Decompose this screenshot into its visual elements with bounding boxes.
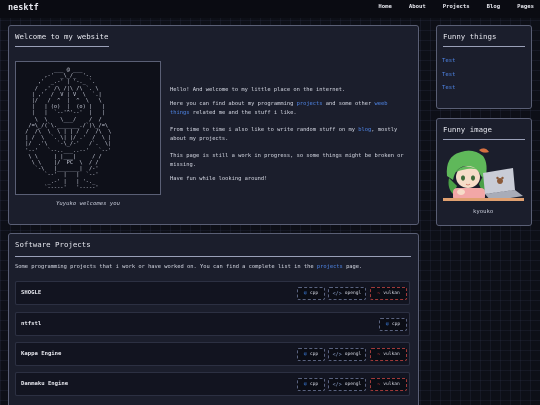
welcome-text-5: Have fun while looking around! bbox=[170, 176, 268, 182]
welcome-text-1: Hello! And welcome to my little place on… bbox=[170, 87, 346, 93]
nav-pages[interactable]: Pages bbox=[517, 4, 534, 10]
tag-label: vulkan bbox=[383, 352, 400, 357]
welcome-text-2b: and some other bbox=[325, 101, 372, 107]
nav-about[interactable]: About bbox=[409, 4, 426, 10]
tag-cpp[interactable]: © cpp bbox=[297, 348, 325, 361]
vulkan-icon: ~ bbox=[377, 351, 381, 358]
welcome-paragraph-4: This page is still a work in progress, s… bbox=[170, 152, 410, 170]
site-logo[interactable]: nesktf bbox=[8, 3, 39, 13]
funny-link-3[interactable]: Test bbox=[442, 85, 455, 91]
project-name[interactable]: Kappa Engine bbox=[21, 351, 61, 357]
tag-cpp[interactable]: © cpp bbox=[297, 287, 325, 300]
vulkan-icon: ~ bbox=[377, 381, 381, 388]
projects-intro-text: Some programming projects that i work or… bbox=[15, 264, 314, 270]
cpp-icon: © bbox=[385, 321, 389, 328]
projects-link[interactable]: projects bbox=[297, 101, 323, 107]
project-name[interactable]: SHOGLE bbox=[21, 290, 41, 296]
project-name[interactable]: Danmaku Engine bbox=[21, 381, 68, 387]
welcome-text-3a: From time to time i also like to write r… bbox=[170, 127, 355, 133]
cpp-icon: © bbox=[303, 351, 307, 358]
nav-links: Home About Projects Blog Pages bbox=[361, 4, 534, 10]
tag-opengl[interactable]: </> opengl bbox=[328, 378, 366, 391]
tag-vulkan[interactable]: ~ vulkan bbox=[370, 287, 407, 300]
funny-things-title: Funny things bbox=[443, 32, 497, 41]
tag-label: opengl bbox=[344, 291, 362, 296]
funny-image-title: Funny image bbox=[443, 125, 492, 134]
title-divider bbox=[15, 46, 109, 47]
welcome-paragraph-5: Have fun while looking around! bbox=[170, 175, 410, 184]
welcome-text-2a: Here you can find about my programming bbox=[170, 101, 294, 107]
welcome-text-2c: related me and the stuff i like. bbox=[192, 110, 297, 116]
project-row-kappa-engine[interactable]: Kappa Engine © cpp </> opengl ~ vulkan bbox=[15, 342, 410, 366]
funny-link-1[interactable]: Test bbox=[442, 58, 455, 64]
projects-title: Software Projects bbox=[15, 240, 91, 249]
tag-cpp[interactable]: © cpp bbox=[297, 378, 325, 391]
opengl-icon: </> bbox=[332, 381, 342, 388]
kyouko-illustration bbox=[443, 146, 524, 201]
kyouko-image bbox=[443, 146, 524, 201]
opengl-icon: </> bbox=[332, 290, 342, 297]
project-name[interactable]: ntfstl bbox=[21, 321, 41, 327]
tag-label: vulkan bbox=[383, 291, 400, 296]
welcome-paragraph-1: Hello! And welcome to my little place on… bbox=[170, 86, 410, 95]
tag-vulkan[interactable]: ~ vulkan bbox=[370, 348, 407, 361]
ascii-caption: Yuyuko welcomes you bbox=[56, 201, 120, 207]
ascii-art-frame: ___ @ ___ ,-' _\_/_ '-. ,' _.-' | '-._ `… bbox=[15, 61, 161, 195]
project-row-ntfstl[interactable]: ntfstl © cpp bbox=[15, 312, 410, 336]
welcome-paragraph-3: From time to time i also like to write r… bbox=[170, 126, 410, 144]
tag-label: opengl bbox=[344, 382, 362, 387]
tag-label: vulkan bbox=[383, 382, 400, 387]
funny-image-caption: kyouko bbox=[473, 209, 494, 215]
projects-intro-end: page. bbox=[346, 264, 363, 270]
funny-link-2[interactable]: Test bbox=[442, 72, 455, 78]
tag-label: cpp bbox=[309, 352, 319, 357]
cpp-icon: © bbox=[303, 381, 307, 388]
vulkan-icon: ~ bbox=[377, 290, 381, 297]
blog-link[interactable]: blog bbox=[358, 127, 371, 133]
funny-things-panel: Funny things bbox=[436, 25, 532, 109]
nav-blog[interactable]: Blog bbox=[487, 4, 500, 10]
tag-label: cpp bbox=[309, 291, 319, 296]
projects-intro: Some programming projects that i work or… bbox=[15, 263, 415, 272]
title-divider bbox=[443, 46, 525, 47]
welcome-paragraph-2: Here you can find about my programming p… bbox=[170, 100, 410, 118]
tag-label: cpp bbox=[309, 382, 319, 387]
welcome-title: Welcome to my website bbox=[15, 32, 109, 41]
tag-opengl[interactable]: </> opengl bbox=[328, 287, 366, 300]
tag-label: cpp bbox=[391, 322, 401, 327]
top-navbar: nesktf Home About Projects Blog Pages bbox=[0, 0, 540, 18]
cpp-icon: © bbox=[303, 290, 307, 297]
tag-vulkan[interactable]: ~ vulkan bbox=[370, 378, 407, 391]
project-row-danmaku-engine[interactable]: Danmaku Engine © cpp </> opengl ~ vulkan bbox=[15, 372, 410, 396]
title-divider bbox=[443, 139, 525, 140]
tag-label: opengl bbox=[344, 352, 362, 357]
opengl-icon: </> bbox=[332, 351, 342, 358]
title-divider bbox=[15, 256, 411, 257]
nav-home[interactable]: Home bbox=[378, 4, 391, 10]
yuyuko-ascii-art: ___ @ ___ ,-' _\_/_ '-. ,' _.-' | '-._ `… bbox=[25, 67, 112, 191]
projects-page-link[interactable]: projects bbox=[317, 264, 343, 270]
project-row-shogle[interactable]: SHOGLE © cpp </> opengl ~ vulkan bbox=[15, 281, 410, 305]
tag-cpp[interactable]: © cpp bbox=[379, 318, 407, 331]
welcome-text-4: This page is still a work in progress, s… bbox=[170, 153, 404, 168]
nav-projects[interactable]: Projects bbox=[443, 4, 470, 10]
tag-opengl[interactable]: </> opengl bbox=[328, 348, 366, 361]
